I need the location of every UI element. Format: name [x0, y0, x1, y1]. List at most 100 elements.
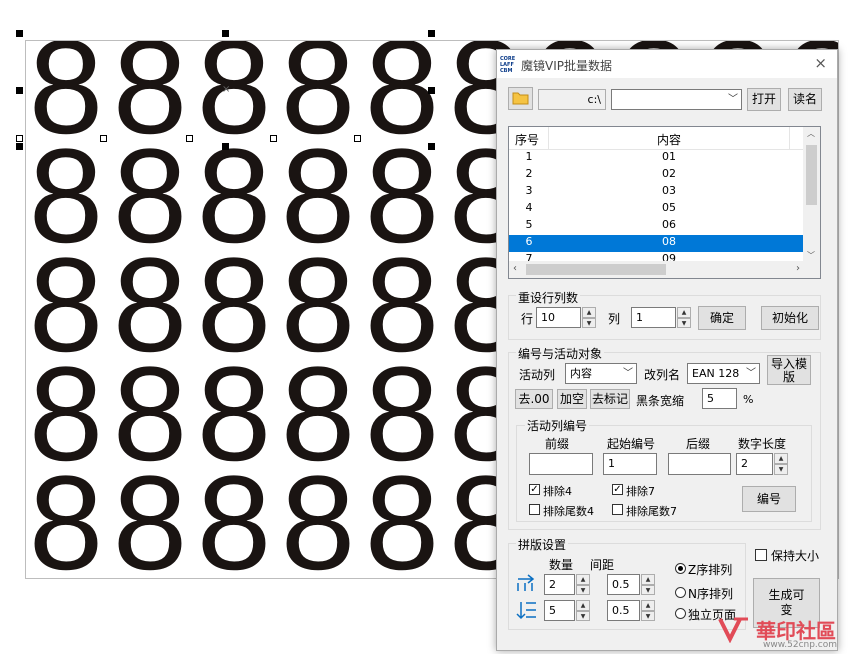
col-count-stepper[interactable]: ▲ ▼: [677, 307, 691, 328]
data-table[interactable]: 序号 内容 1 01 2 02 3 03 4 05 5 06 6 08 7 09 ︿ ﹀ ‹ …: [508, 126, 821, 279]
path-display: c:\: [538, 89, 606, 110]
prefix-input[interactable]: [529, 453, 593, 475]
node-handle[interactable]: [16, 135, 23, 142]
horizontal-quantity-stepper[interactable]: ▲ ▼: [576, 574, 590, 595]
center-marker-icon: ×: [222, 84, 231, 95]
batch-data-dialog[interactable]: CORE LAFF CBM 魔镜VIP批量数据 × c:\ ﹀ 打开 读名 序号…: [496, 49, 838, 651]
horizontal-spacing-input[interactable]: 0.5: [607, 574, 640, 595]
strip-mark-button[interactable]: 去标记: [590, 389, 630, 409]
close-button[interactable]: ×: [814, 54, 827, 72]
spacing-label: 间距: [590, 558, 615, 572]
read-name-button[interactable]: 读名: [788, 88, 822, 111]
table-row[interactable]: 4 05: [509, 201, 805, 218]
open-button[interactable]: 打开: [747, 88, 781, 111]
scroll-down-icon[interactable]: ﹀: [807, 250, 815, 261]
keep-size-checkbox[interactable]: [755, 549, 767, 561]
exclude-tail-7-checkbox[interactable]: [612, 504, 623, 515]
rename-column-select[interactable]: EAN 128 ﹀: [687, 363, 760, 384]
n-order-radio[interactable]: [675, 587, 686, 598]
row-count-input[interactable]: 10: [536, 307, 581, 328]
digit-length-stepper[interactable]: ▲ ▼: [774, 453, 788, 475]
number-button[interactable]: 编号: [742, 486, 796, 512]
table-row[interactable]: 5 06: [509, 218, 805, 235]
col-count-input[interactable]: 1: [631, 307, 676, 328]
title-bar[interactable]: CORE LAFF CBM 魔镜VIP批量数据 ×: [497, 50, 837, 78]
z-order-radio[interactable]: [675, 563, 686, 574]
vertical-layout-icon: [516, 602, 536, 620]
scroll-thumb[interactable]: [806, 145, 817, 205]
active-column-numbering-title: 活动列编号: [525, 417, 590, 434]
scroll-up-icon[interactable]: ︿: [807, 128, 815, 139]
selection-handle[interactable]: [16, 143, 23, 150]
horizontal-quantity-input[interactable]: 2: [544, 574, 575, 595]
selection-handle[interactable]: [428, 87, 435, 94]
node-handle[interactable]: [354, 135, 361, 142]
rename-column-label: 改列名: [644, 368, 681, 382]
vertical-spacing-input[interactable]: 0.5: [607, 600, 640, 621]
single-page-radio[interactable]: [675, 608, 686, 619]
canvas-digit[interactable]: 8: [275, 457, 361, 579]
suffix-input[interactable]: [668, 453, 731, 475]
layout-group-title: 拼版设置: [516, 536, 569, 553]
digit-length-input[interactable]: 2: [736, 453, 773, 475]
canvas-digit[interactable]: 8: [107, 457, 193, 579]
scroll-right-icon[interactable]: ›: [796, 263, 800, 274]
reset-group-title: 重设行列数: [516, 289, 581, 306]
table-header: 序号 内容: [509, 127, 805, 150]
app-logo: CORE LAFF CBM: [500, 56, 516, 74]
selection-handle[interactable]: [222, 30, 229, 37]
selection-handle[interactable]: [428, 143, 435, 150]
start-number-input[interactable]: 1: [603, 453, 657, 475]
exclude-tail-4-checkbox[interactable]: [529, 504, 540, 515]
col-label: 列: [608, 312, 621, 326]
chevron-down-icon: ﹀: [623, 368, 633, 379]
chevron-down-icon: ﹀: [728, 94, 738, 105]
row-label: 行: [521, 312, 534, 326]
selection-handle[interactable]: [16, 87, 23, 94]
scroll-left-icon[interactable]: ‹: [513, 263, 517, 274]
confirm-button[interactable]: 确定: [698, 306, 746, 330]
selection-handle[interactable]: [428, 30, 435, 37]
horizontal-scrollbar[interactable]: ‹ ›: [509, 261, 820, 278]
prefix-label: 前缀: [545, 437, 570, 451]
canvas-digit[interactable]: 8: [359, 457, 445, 579]
vertical-spacing-stepper[interactable]: ▲ ▼: [641, 600, 655, 621]
column-header-content[interactable]: 内容: [657, 131, 681, 148]
node-handle[interactable]: [100, 135, 107, 142]
selection-handle[interactable]: [16, 30, 23, 37]
quantity-label: 数量: [549, 558, 574, 572]
vertical-scrollbar[interactable]: ︿ ﹀: [803, 127, 820, 262]
column-header-index[interactable]: 序号: [515, 131, 539, 148]
vertical-quantity-stepper[interactable]: ▲ ▼: [576, 600, 590, 621]
strip-decimals-button[interactable]: 去.00: [515, 389, 553, 409]
chevron-down-icon: ﹀: [746, 368, 756, 379]
initialize-button[interactable]: 初始化: [761, 306, 819, 330]
exclude-4-label: 排除4: [543, 485, 572, 498]
exclude-7-checkbox[interactable]: ✓: [612, 484, 623, 495]
horizontal-spacing-stepper[interactable]: ▲ ▼: [641, 574, 655, 595]
bar-shrink-input[interactable]: 5: [702, 388, 737, 409]
canvas-digit[interactable]: 8: [26, 457, 109, 579]
table-row[interactable]: 2 02: [509, 167, 805, 184]
active-column-select[interactable]: 内容 ﹀: [565, 363, 637, 384]
file-select[interactable]: ﹀: [611, 89, 742, 110]
exclude-tail-4-label: 排除尾数4: [543, 505, 594, 518]
row-count-stepper[interactable]: ▲ ▼: [582, 307, 596, 328]
keep-size-label: 保持大小: [771, 549, 820, 563]
table-row[interactable]: 3 03: [509, 184, 805, 201]
canvas-digit[interactable]: 8: [191, 457, 277, 579]
exclude-tail-7-label: 排除尾数7: [626, 505, 677, 518]
add-space-button[interactable]: 加空: [557, 389, 587, 409]
percent-label: %: [743, 393, 754, 406]
import-template-button[interactable]: 导入模版: [767, 355, 811, 385]
vertical-quantity-input[interactable]: 5: [544, 600, 575, 621]
table-row[interactable]: 1 01: [509, 150, 805, 167]
n-order-label: N序排列: [688, 587, 733, 601]
node-handle[interactable]: [186, 135, 193, 142]
selection-handle[interactable]: [222, 143, 229, 150]
exclude-4-checkbox[interactable]: ✓: [529, 484, 540, 495]
scroll-thumb-horizontal[interactable]: [526, 264, 666, 275]
node-handle[interactable]: [270, 135, 277, 142]
table-row-selected[interactable]: 6 08: [509, 235, 805, 252]
open-folder-button[interactable]: [508, 87, 533, 110]
